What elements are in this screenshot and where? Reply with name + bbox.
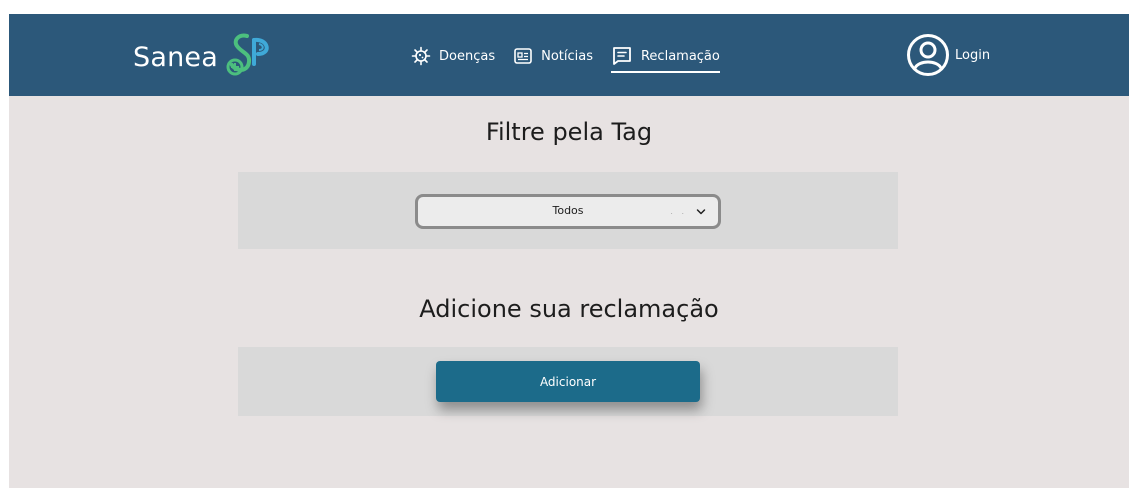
tag-select-hint: . . — [670, 207, 687, 216]
newspaper-icon — [514, 48, 532, 64]
message-square-icon — [613, 47, 631, 65]
nav-item-reclamacao[interactable]: Reclamação — [610, 39, 720, 73]
nav-item-label: Doenças — [439, 48, 496, 64]
nav-item-label: Notícias — [541, 48, 593, 64]
add-complaint-title: Adicione sua reclamação — [419, 295, 719, 323]
tag-select[interactable]: Todos . . — [415, 194, 721, 229]
login-label: Login — [955, 47, 991, 63]
navbar: Sanea Doenças Notícias Reclamação Login — [9, 14, 1129, 96]
page: Sanea Doenças Notícias Reclamação Login … — [9, 14, 1129, 488]
nav-item-label: Reclamação — [640, 48, 720, 64]
virus-icon — [411, 46, 431, 66]
login-link[interactable]: Login — [906, 33, 990, 77]
logo-sp-mark-icon — [226, 33, 269, 76]
nav-item-doencas[interactable]: Doenças — [411, 39, 495, 73]
chevron-down-icon — [696, 209, 706, 215]
filter-title: Filtre pela Tag — [485, 118, 653, 146]
logo-link[interactable]: Sanea — [133, 32, 274, 80]
add-complaint-button[interactable]: Adicionar — [436, 361, 700, 402]
user-circle-icon — [907, 34, 949, 76]
filter-panel: Todos . . — [238, 172, 898, 249]
add-panel: Adicionar — [238, 347, 898, 416]
logo-text: Sanea — [133, 42, 218, 73]
main-nav: Doenças Notícias Reclamação — [411, 39, 720, 73]
nav-item-noticias[interactable]: Notícias — [513, 39, 593, 73]
